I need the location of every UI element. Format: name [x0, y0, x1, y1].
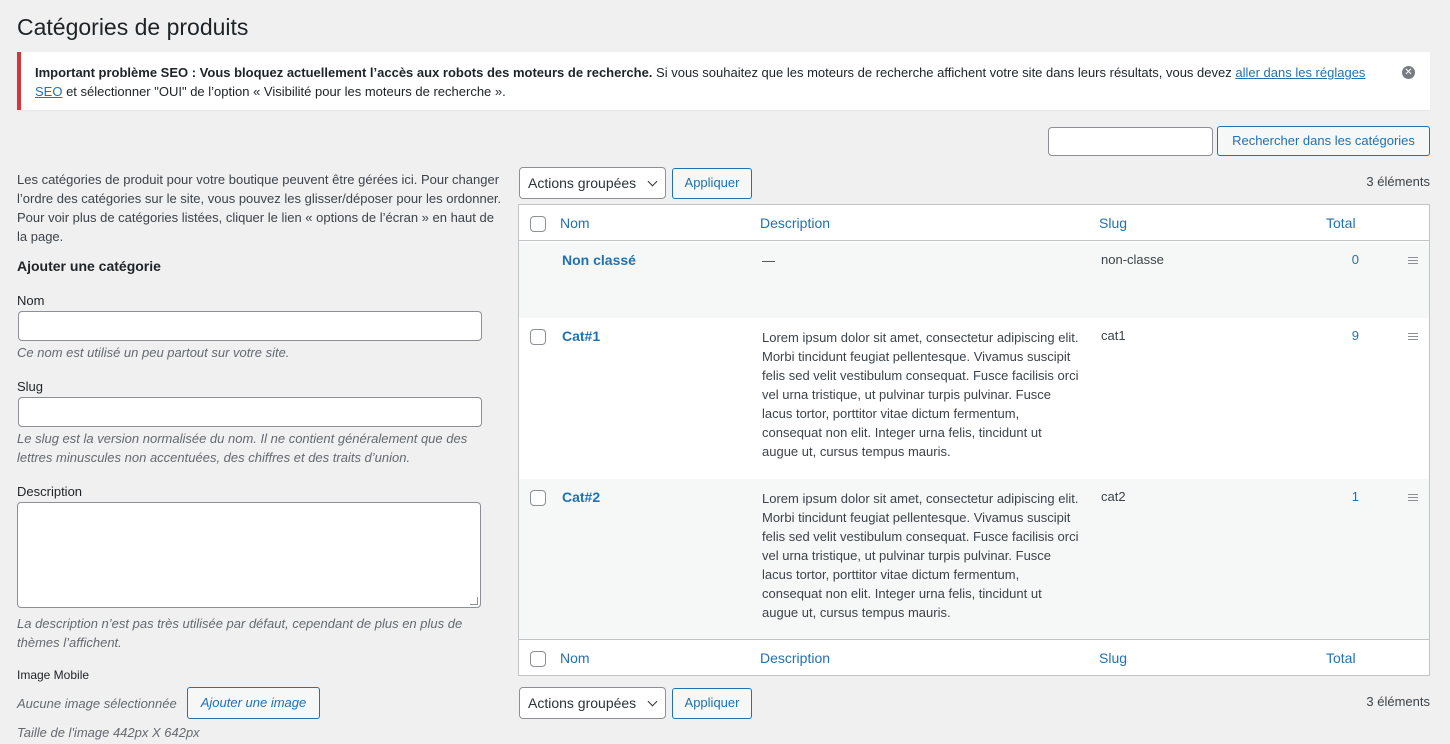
bulk-actions-value: Actions groupées — [528, 695, 637, 711]
column-description-header[interactable]: Description — [760, 215, 830, 231]
row-total-link[interactable]: 9 — [1352, 328, 1359, 343]
chevron-down-icon — [647, 696, 658, 707]
drag-handle-icon[interactable] — [1408, 257, 1418, 266]
drag-handle-icon[interactable] — [1408, 494, 1418, 503]
column-name-header[interactable]: Nom — [560, 215, 590, 231]
row-checkbox[interactable] — [530, 490, 546, 506]
seo-warning-notice: Important problème SEO : Vous bloquez ac… — [17, 52, 1430, 110]
apply-button[interactable]: Appliquer — [672, 168, 752, 199]
slug-field[interactable] — [18, 397, 482, 427]
notice-text: Si vous souhaitez que les moteurs de rec… — [652, 65, 1236, 80]
close-circle-icon[interactable]: ✕ — [1402, 66, 1415, 79]
column-total-header[interactable]: Total — [1326, 215, 1356, 231]
name-hint: Ce nom est utilisé un peu partout sur vo… — [17, 345, 290, 360]
add-image-button[interactable]: Ajouter une image — [187, 687, 320, 719]
description-textarea[interactable] — [17, 502, 481, 608]
search-categories-input[interactable] — [1048, 127, 1213, 156]
column-slug-footer[interactable]: Slug — [1099, 650, 1127, 666]
row-total-link[interactable]: 0 — [1352, 252, 1359, 267]
description-hint: La description n’est pas très utilisée p… — [17, 616, 463, 650]
add-category-title: Ajouter une catégorie — [17, 258, 161, 274]
no-image-text: Aucune image sélectionnée — [17, 696, 177, 711]
bulk-actions-value: Actions groupées — [528, 175, 637, 191]
name-label: Nom — [17, 293, 45, 308]
items-count: 3 éléments — [1366, 174, 1430, 189]
search-categories-button[interactable]: Rechercher dans les catégories — [1217, 126, 1430, 156]
slug-hint: Le slug est la version normalisée du nom… — [17, 431, 468, 465]
row-slug: non-classe — [1101, 252, 1164, 267]
notice-text-after: et sélectionner "OUI" de l’option « Visi… — [62, 84, 506, 99]
categories-table: Nom Description Slug Total Non classé — … — [518, 204, 1430, 676]
row-name-link[interactable]: Cat#1 — [562, 328, 600, 344]
row-description: Lorem ipsum dolor sit amet, consectetur … — [762, 330, 1079, 459]
drag-handle-icon[interactable] — [1408, 333, 1418, 342]
row-slug: cat2 — [1101, 489, 1126, 504]
row-total-link[interactable]: 1 — [1352, 489, 1359, 504]
image-mobile-label: Image Mobile — [17, 668, 90, 682]
slug-label: Slug — [17, 379, 44, 394]
bulk-actions-select-bottom[interactable]: Actions groupées — [519, 687, 666, 719]
description-label: Description — [17, 484, 83, 499]
select-all-checkbox[interactable] — [530, 216, 546, 232]
row-checkbox[interactable] — [530, 329, 546, 345]
row-description: Lorem ipsum dolor sit amet, consectetur … — [762, 491, 1079, 620]
page-title: Catégories de produits — [17, 14, 249, 40]
table-footer: Nom Description Slug Total — [519, 639, 1429, 675]
column-slug-header[interactable]: Slug — [1099, 215, 1127, 231]
table-row: Cat#1 Lorem ipsum dolor sit amet, consec… — [519, 318, 1429, 479]
column-name-footer[interactable]: Nom — [560, 650, 590, 666]
chevron-down-icon — [647, 176, 658, 187]
column-description-footer[interactable]: Description — [760, 650, 830, 666]
table-row: Non classé — non-classe 0 — [519, 242, 1429, 318]
resize-handle-icon[interactable] — [470, 597, 478, 605]
bulk-actions-select[interactable]: Actions groupées — [519, 167, 666, 199]
select-all-checkbox-footer[interactable] — [530, 651, 546, 667]
row-slug: cat1 — [1101, 328, 1126, 343]
table-row: Cat#2 Lorem ipsum dolor sit amet, consec… — [519, 479, 1429, 639]
row-name-link[interactable]: Cat#2 — [562, 489, 600, 505]
row-description: — — [762, 253, 775, 268]
table-header: Nom Description Slug Total — [519, 205, 1429, 241]
apply-button-bottom[interactable]: Appliquer — [672, 688, 752, 719]
intro-text: Les catégories de produit pour votre bou… — [17, 172, 502, 244]
column-total-footer[interactable]: Total — [1326, 650, 1356, 666]
notice-strong-text: Important problème SEO : Vous bloquez ac… — [35, 65, 653, 80]
image-size-text: Taille de l'image 442px X 642px — [17, 725, 200, 740]
row-name-link[interactable]: Non classé — [562, 252, 636, 268]
items-count-bottom: 3 éléments — [1366, 694, 1430, 709]
name-field[interactable] — [18, 311, 482, 341]
